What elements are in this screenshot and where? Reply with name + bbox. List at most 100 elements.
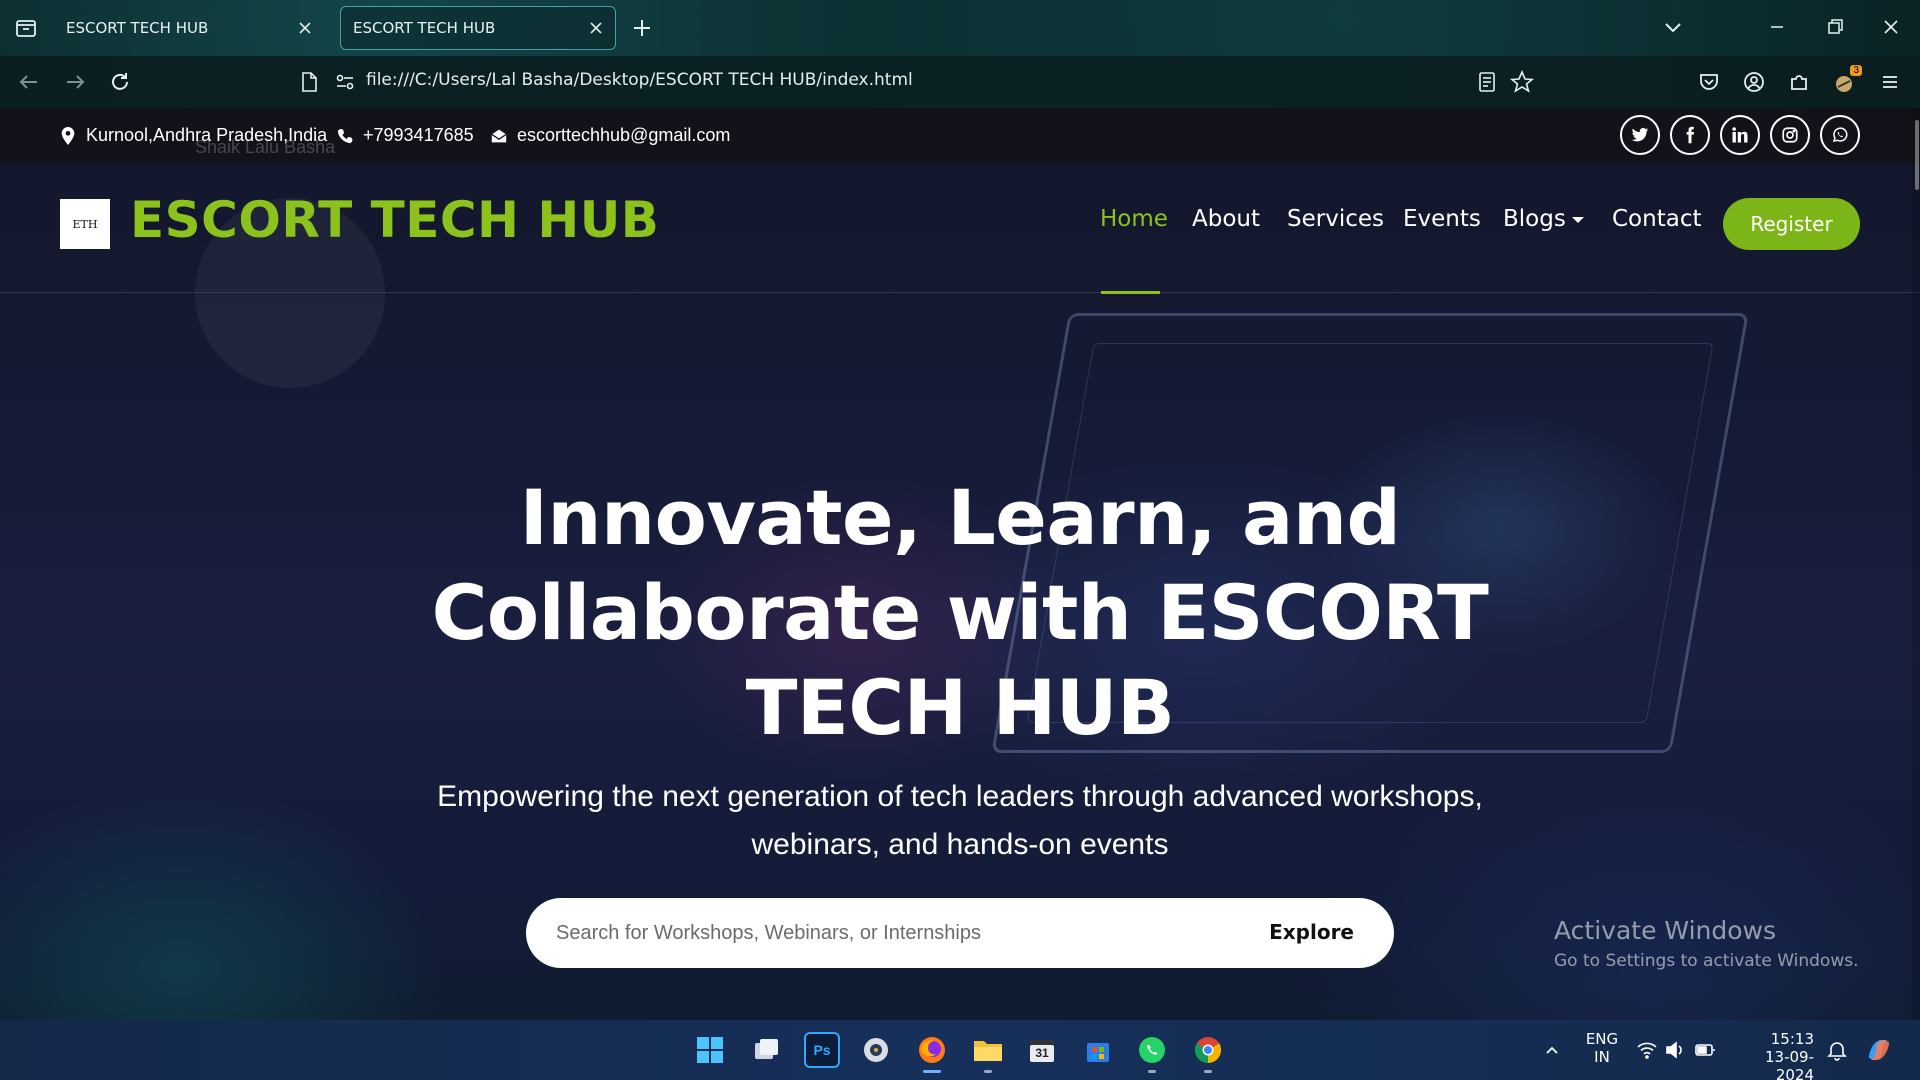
chevron-down-icon[interactable]: [1660, 14, 1686, 40]
caret-down-icon: [1571, 216, 1584, 223]
active-nav-underline: [1101, 291, 1160, 294]
bookmark-star-icon[interactable]: [1509, 69, 1535, 95]
browser-tab-bar: ESCORT TECH HUB ESCORT TECH HUB: [0, 0, 1920, 56]
page-scrollbar[interactable]: [1912, 108, 1920, 1020]
site-permissions-icon[interactable]: [332, 69, 358, 95]
nav-link-contact[interactable]: Contact: [1612, 206, 1701, 232]
search-input[interactable]: [556, 898, 1236, 968]
close-tab-icon[interactable]: [589, 21, 603, 35]
nav-link-home[interactable]: Home: [1100, 206, 1168, 232]
new-tab-icon[interactable]: [630, 16, 654, 40]
windows-taskbar: Ps 31 ENG IN 15:13 13-09-2024: [0, 1020, 1920, 1080]
phone-item[interactable]: +7993417685: [337, 125, 474, 146]
forward-icon[interactable]: [62, 69, 88, 95]
explore-button[interactable]: Explore: [1269, 920, 1354, 944]
clock[interactable]: 15:13 13-09-2024: [1734, 1030, 1814, 1080]
extensions-icon[interactable]: [1786, 69, 1812, 95]
instagram-icon: [1782, 127, 1798, 143]
instagram-link[interactable]: [1770, 115, 1810, 155]
nav-link-services[interactable]: Services: [1287, 206, 1384, 232]
task-view-icon: [755, 1039, 778, 1059]
phone-text: +7993417685: [363, 125, 474, 145]
page-icon: [302, 72, 317, 92]
nav-link-blogs[interactable]: Blogs: [1503, 206, 1584, 232]
twitter-icon: [1631, 127, 1649, 142]
close-window-icon[interactable]: [1878, 14, 1904, 40]
email-text: escorttechhub@gmail.com: [517, 125, 731, 145]
url-bar[interactable]: file:///C:/Users/Lal Basha/Desktop/ESCOR…: [366, 70, 913, 90]
firefox-icon: [919, 1037, 945, 1063]
language-indicator[interactable]: ENG IN: [1582, 1030, 1622, 1066]
reader-view-icon[interactable]: [1474, 69, 1500, 95]
store-app[interactable]: [1080, 1032, 1116, 1068]
extension-badge: 3: [1850, 65, 1862, 76]
file-explorer-app[interactable]: [970, 1032, 1006, 1068]
battery-icon[interactable]: [1694, 1041, 1716, 1059]
envelope-icon: [491, 129, 507, 142]
phone-icon: [337, 128, 353, 143]
activate-windows-watermark: Activate Windows Go to Settings to activ…: [1554, 916, 1859, 971]
browser-toolbar: file:///C:/Users/Lal Basha/Desktop/ESCOR…: [0, 56, 1920, 108]
minimize-icon[interactable]: [1764, 14, 1790, 40]
hero-search-bar: Explore: [526, 898, 1394, 968]
browser-tab-active[interactable]: ESCORT TECH HUB: [340, 6, 616, 50]
windows-logo-icon: [697, 1037, 723, 1063]
chrome-app[interactable]: [1190, 1032, 1226, 1068]
nav-link-blogs-label: Blogs: [1503, 206, 1566, 232]
account-icon[interactable]: [1741, 69, 1767, 95]
twitter-link[interactable]: [1620, 115, 1660, 155]
linkedin-link[interactable]: [1720, 115, 1760, 155]
volume-icon[interactable]: [1664, 1040, 1684, 1060]
start-button[interactable]: [692, 1032, 728, 1068]
tab-list-icon[interactable]: [14, 16, 38, 40]
main-navigation: ETH ESCORT TECH HUB Home About Services …: [0, 163, 1920, 388]
clock-time: 15:13: [1770, 1030, 1814, 1048]
back-icon[interactable]: [16, 69, 42, 95]
logo-text: ETH: [72, 217, 98, 231]
facebook-link[interactable]: [1670, 115, 1710, 155]
tab-title: ESCORT TECH HUB: [66, 19, 209, 37]
wifi-icon[interactable]: [1636, 1040, 1658, 1060]
firefox-app[interactable]: [914, 1032, 950, 1068]
whatsapp-link[interactable]: [1820, 115, 1860, 155]
overlay-name-text: Shaik Lalu Basha: [195, 137, 336, 157]
scrollbar-thumb[interactable]: [1915, 120, 1919, 190]
app-indicator: [1148, 1070, 1156, 1073]
site-logo[interactable]: ETH: [60, 199, 110, 249]
notification-bell-icon[interactable]: [1826, 1039, 1848, 1061]
nav-link-about[interactable]: About: [1192, 206, 1260, 232]
app-indicator: [984, 1070, 992, 1073]
website-viewport: Kurnool,Andhra Pradesh,India +7993417685…: [0, 108, 1920, 1020]
clock-date: 13-09-2024: [1765, 1048, 1814, 1080]
active-app-indicator: [923, 1070, 941, 1073]
register-button[interactable]: Register: [1723, 198, 1860, 250]
chevron-up-icon[interactable]: [1544, 1042, 1560, 1058]
photoshop-app[interactable]: Ps: [804, 1032, 840, 1068]
store-icon: [1087, 1043, 1109, 1062]
app-indicator: [1204, 1070, 1212, 1073]
whatsapp-desktop-icon: [1139, 1037, 1165, 1063]
pocket-icon[interactable]: [1696, 69, 1722, 95]
email-item[interactable]: escorttechhub@gmail.com: [491, 125, 730, 146]
extension-with-badge[interactable]: 3: [1832, 65, 1862, 95]
activate-windows-subtitle: Go to Settings to activate Windows.: [1554, 951, 1859, 971]
media-player-icon: [864, 1038, 888, 1062]
tab-title: ESCORT TECH HUB: [353, 19, 496, 37]
nav-link-events[interactable]: Events: [1403, 206, 1481, 232]
region-code: IN: [1594, 1048, 1610, 1066]
restore-icon[interactable]: [1822, 14, 1848, 40]
browser-tab[interactable]: ESCORT TECH HUB: [54, 6, 324, 50]
copilot-icon[interactable]: [1864, 1036, 1894, 1064]
folder-icon: [974, 1041, 1002, 1061]
media-app[interactable]: [858, 1032, 894, 1068]
reload-icon[interactable]: [107, 69, 133, 95]
language-code: ENG: [1585, 1030, 1619, 1048]
facebook-icon: [1686, 126, 1695, 144]
video-editor-app[interactable]: 31: [1024, 1032, 1060, 1068]
hero-subheading: Empowering the next generation of tech l…: [437, 780, 1483, 861]
menu-icon[interactable]: [1877, 69, 1903, 95]
brand-name[interactable]: ESCORT TECH HUB: [130, 191, 659, 249]
task-view-button[interactable]: [748, 1032, 784, 1068]
whatsapp-app[interactable]: [1134, 1032, 1170, 1068]
close-tab-icon[interactable]: [298, 21, 312, 35]
